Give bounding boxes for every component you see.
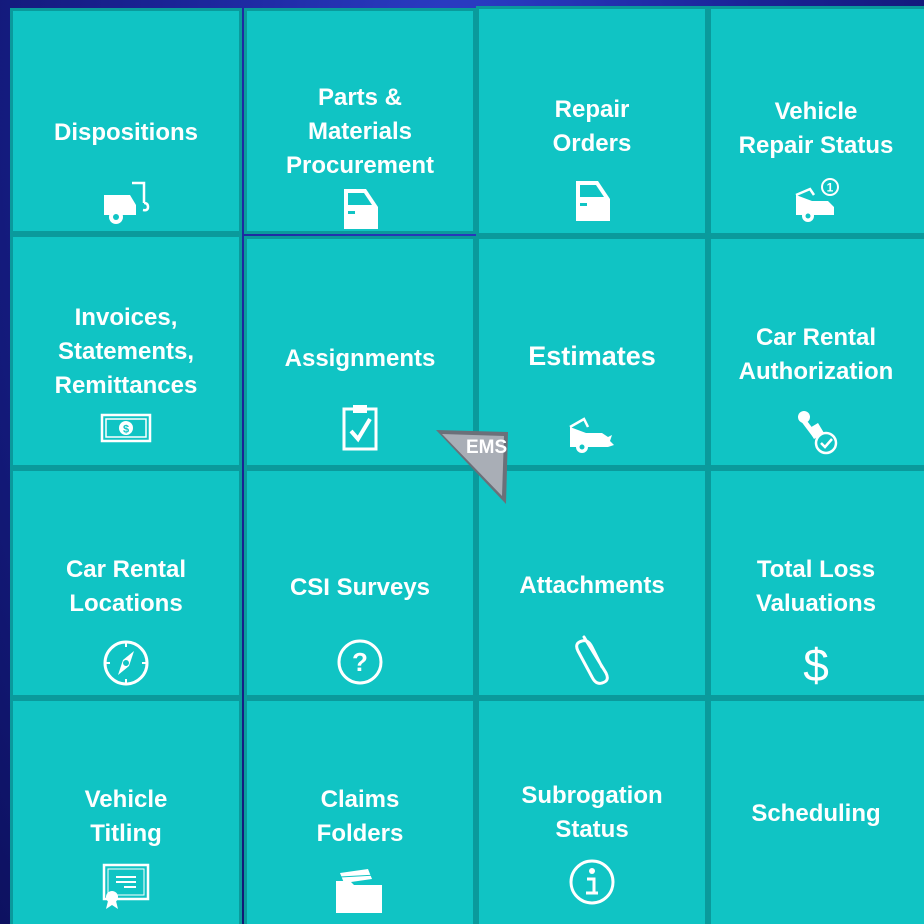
tile-car-rental-locations[interactable]: Car Rental Locations xyxy=(10,468,242,698)
tile-vehicle-repair-status[interactable]: Vehicle Repair Status 1 xyxy=(708,6,924,236)
tile-label: Vehicle Titling xyxy=(84,786,168,847)
question-icon: ? xyxy=(335,637,385,687)
tile-label: Subrogation Status xyxy=(521,782,663,843)
car-damage-icon xyxy=(564,407,620,455)
tile-claims-folders[interactable]: Claims Folders xyxy=(244,698,476,924)
tile-label: Attachments xyxy=(519,572,665,599)
tile-label: Assignments xyxy=(284,345,436,372)
tile-total-loss-valuations[interactable]: Total Loss Valuations $ xyxy=(708,468,924,698)
tow-truck-icon xyxy=(98,179,154,227)
tile-label: Parts & Materials Procurement xyxy=(285,84,435,179)
svg-text:?: ? xyxy=(352,647,368,677)
paperclip-icon xyxy=(570,629,614,687)
car-status-icon: 1 xyxy=(788,175,844,223)
svg-text:$: $ xyxy=(803,639,829,689)
ems-label: EMS xyxy=(466,437,508,458)
svg-text:1: 1 xyxy=(827,181,834,195)
tile-dispositions[interactable]: Dispositions xyxy=(10,8,242,234)
certificate-icon xyxy=(98,863,154,911)
info-icon xyxy=(567,857,617,907)
compass-icon xyxy=(100,637,152,689)
car-door-icon xyxy=(332,185,388,233)
tile-repair-orders[interactable]: Repair Orders xyxy=(476,6,708,236)
tile-vehicle-titling[interactable]: Vehicle Titling xyxy=(10,698,242,924)
car-door-icon xyxy=(564,177,620,225)
tile-invoices[interactable]: Invoices, Statements, Remittances $ xyxy=(10,234,242,468)
tile-label: Dispositions xyxy=(53,119,198,146)
svg-text:$: $ xyxy=(123,424,129,436)
tile-car-rental-authorization[interactable]: Car Rental Authorization xyxy=(708,236,924,468)
tile-label: Total Loss Valuations xyxy=(755,556,877,617)
clipboard-check-icon xyxy=(336,403,384,453)
tile-subrogation-status[interactable]: Subrogation Status xyxy=(476,698,708,924)
tile-label: Invoices, Statements, Remittances xyxy=(54,304,198,399)
tile-label: Car Rental Authorization xyxy=(738,324,894,385)
tile-label: CSI Surveys xyxy=(289,574,431,601)
tile-label: Scheduling xyxy=(751,800,881,827)
dollar-icon: $ xyxy=(796,637,836,689)
folder-icon xyxy=(332,867,388,915)
tile-label: Car Rental Locations xyxy=(65,556,187,617)
tile-scheduling[interactable]: Scheduling xyxy=(708,698,924,924)
tile-parts-materials[interactable]: Parts & Materials Procurement xyxy=(244,8,476,234)
tile-label: Claims Folders xyxy=(316,786,404,847)
stamp-icon xyxy=(788,407,844,455)
tile-label: Vehicle Repair Status xyxy=(738,98,894,159)
tile-label: Estimates xyxy=(528,341,656,371)
tile-label: Repair Orders xyxy=(552,96,632,157)
money-icon: $ xyxy=(98,413,154,445)
